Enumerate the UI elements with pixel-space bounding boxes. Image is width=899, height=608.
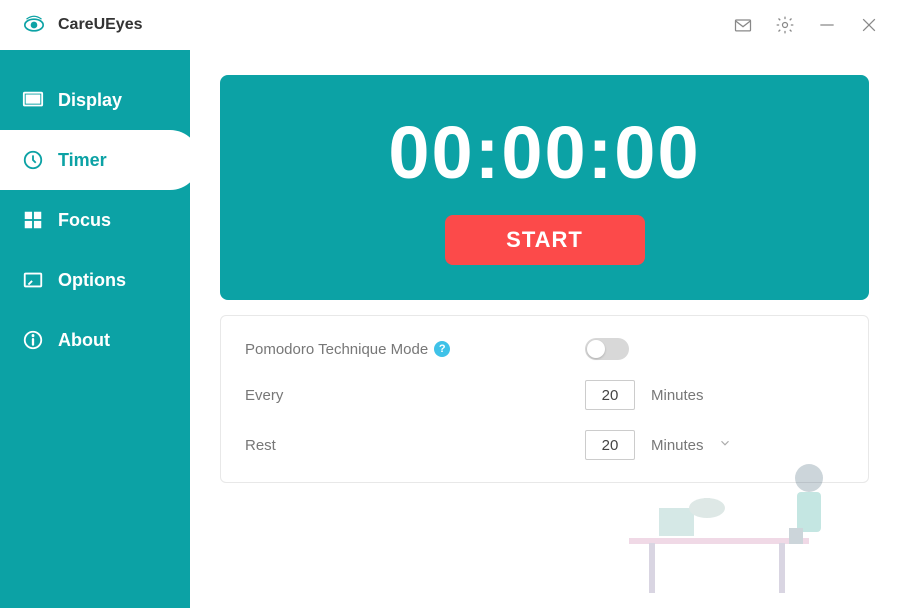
content-area: 00:00:00 START Pomodoro Technique Mode ?… [190, 50, 899, 608]
timer-card: 00:00:00 START [220, 75, 869, 300]
every-input[interactable] [585, 380, 635, 410]
sidebar-item-label: About [58, 330, 110, 351]
sidebar-item-timer[interactable]: Timer [0, 130, 200, 190]
about-icon [22, 329, 44, 351]
timer-display: 00:00:00 [388, 110, 700, 195]
rest-label: Rest [245, 437, 585, 454]
sidebar: Display Timer Focus [0, 50, 190, 608]
app-logo-icon [20, 11, 48, 39]
titlebar: CareUEyes [0, 0, 899, 50]
sidebar-item-about[interactable]: About [0, 310, 190, 370]
gear-icon[interactable] [775, 15, 795, 35]
close-icon[interactable] [859, 15, 879, 35]
titlebar-controls [733, 15, 879, 35]
pomodoro-label-text: Pomodoro Technique Mode [245, 341, 428, 358]
app-title: CareUEyes [58, 16, 143, 34]
pomodoro-row: Pomodoro Technique Mode ? [245, 338, 844, 360]
every-unit: Minutes [651, 387, 704, 404]
sidebar-item-options[interactable]: Options [0, 250, 190, 310]
sidebar-item-focus[interactable]: Focus [0, 190, 190, 250]
rest-unit-label: Minutes [651, 437, 704, 454]
help-icon[interactable]: ? [434, 341, 450, 357]
pomodoro-label: Pomodoro Technique Mode ? [245, 341, 585, 358]
rest-input[interactable] [585, 430, 635, 460]
pomodoro-toggle[interactable] [585, 338, 629, 360]
options-icon [22, 269, 44, 291]
sidebar-item-display[interactable]: Display [0, 70, 190, 130]
rest-row: Rest Minutes [245, 430, 844, 460]
display-icon [22, 89, 44, 111]
every-row: Every Minutes [245, 380, 844, 410]
sidebar-item-label: Options [58, 270, 126, 291]
start-button[interactable]: START [445, 215, 645, 265]
mail-icon[interactable] [733, 15, 753, 35]
sidebar-item-label: Timer [58, 150, 107, 171]
sidebar-item-label: Focus [58, 210, 111, 231]
minimize-icon[interactable] [817, 15, 837, 35]
titlebar-left: CareUEyes [20, 11, 143, 39]
chevron-down-icon [718, 436, 732, 455]
timer-icon [22, 149, 44, 171]
sidebar-item-label: Display [58, 90, 122, 111]
every-label: Every [245, 387, 585, 404]
toggle-knob [587, 340, 605, 358]
settings-card: Pomodoro Technique Mode ? Every Minutes … [220, 315, 869, 483]
rest-unit-select[interactable]: Minutes [635, 436, 732, 455]
main-container: Display Timer Focus [0, 50, 899, 608]
focus-icon [22, 209, 44, 231]
